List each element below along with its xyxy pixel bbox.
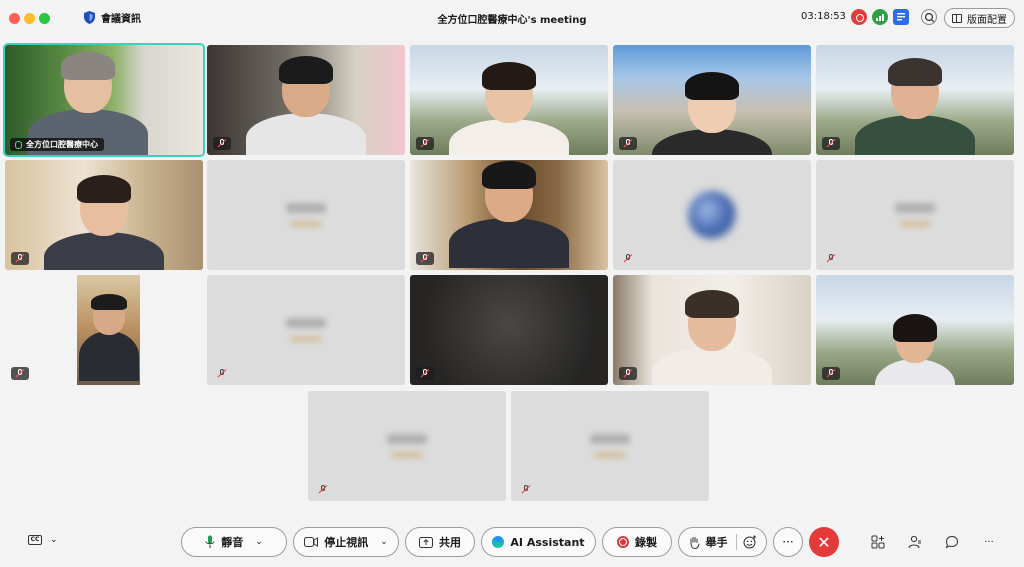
microphone-icon bbox=[205, 535, 215, 548]
muted-mic-icon bbox=[619, 137, 637, 150]
mute-button[interactable]: 靜音 ⌄ bbox=[181, 527, 287, 557]
window-title: 全方位口腔醫療中心's meeting bbox=[437, 15, 587, 26]
muted-mic-icon bbox=[11, 367, 29, 380]
chevron-down-icon: ⌄ bbox=[50, 535, 58, 545]
more-panels-label: ··· bbox=[984, 536, 994, 548]
layout-button[interactable]: 版面配置 bbox=[944, 8, 1015, 28]
blurred-name bbox=[895, 203, 935, 214]
muted-mic-icon bbox=[213, 137, 231, 150]
blurred-name bbox=[590, 434, 630, 445]
closed-captions-icon: CC bbox=[28, 535, 42, 545]
meeting-toolbar: CC ⌄ 靜音 ⌄ 停止視訊 ⌄ 共用 AI Assistant 錄製 舉手 ·… bbox=[0, 520, 1024, 564]
closed-captions-button[interactable]: CC ⌄ bbox=[28, 535, 58, 545]
video-tile-placeholder[interactable] bbox=[816, 160, 1014, 270]
muted-mic-icon bbox=[619, 367, 637, 380]
chevron-down-icon[interactable]: ⌄ bbox=[380, 537, 388, 547]
muted-mic-icon bbox=[416, 137, 434, 150]
muted-mic-icon bbox=[416, 367, 434, 380]
video-tile[interactable] bbox=[816, 45, 1014, 155]
ai-assistant-icon bbox=[492, 536, 505, 548]
video-tile-host[interactable]: 全方位口腔醫療中心 bbox=[3, 43, 205, 157]
end-call-icon: ✕ bbox=[817, 532, 831, 552]
title-bar: 會議資訊 全方位口腔醫療中心's meeting 03:18:53 版面配置 bbox=[0, 0, 1024, 36]
divider bbox=[735, 534, 737, 550]
video-tile-dark[interactable] bbox=[410, 275, 608, 385]
video-tile[interactable] bbox=[5, 160, 203, 270]
muted-mic-icon bbox=[822, 367, 840, 380]
muted-mic-icon bbox=[822, 252, 840, 265]
participant-video bbox=[77, 275, 140, 385]
end-call-button[interactable]: ✕ bbox=[809, 527, 839, 557]
network-status-icon[interactable] bbox=[872, 9, 888, 25]
recording-indicator-icon[interactable] bbox=[851, 9, 867, 25]
participants-icon[interactable] bbox=[907, 534, 923, 550]
video-tile[interactable] bbox=[410, 160, 608, 270]
muted-mic-icon bbox=[822, 137, 840, 150]
zoom-icon[interactable] bbox=[921, 9, 937, 25]
raise-hand-label: 舉手 bbox=[705, 536, 728, 549]
share-icon bbox=[419, 536, 433, 548]
share-button[interactable]: 共用 bbox=[405, 527, 475, 557]
share-label: 共用 bbox=[439, 536, 461, 549]
muted-mic-icon bbox=[11, 252, 29, 265]
video-tile[interactable] bbox=[410, 45, 608, 155]
more-options-button[interactable]: ··· bbox=[773, 527, 803, 557]
muted-mic-icon bbox=[619, 252, 637, 265]
video-tile[interactable] bbox=[816, 275, 1014, 385]
reactions-emoji-icon[interactable] bbox=[743, 535, 757, 549]
layout-label: 版面配置 bbox=[967, 14, 1007, 26]
muted-mic-icon bbox=[314, 483, 332, 496]
layout-icon bbox=[952, 13, 962, 23]
blurred-subtitle bbox=[899, 220, 931, 227]
blurred-subtitle bbox=[290, 335, 322, 342]
blurred-subtitle bbox=[391, 451, 423, 458]
blurred-avatar bbox=[688, 191, 736, 239]
blurred-name bbox=[387, 434, 427, 445]
ai-assistant-label: AI Assistant bbox=[510, 535, 585, 549]
blurred-subtitle bbox=[290, 220, 322, 227]
mute-label: 靜音 bbox=[221, 536, 244, 549]
camera-icon bbox=[304, 537, 319, 547]
blurred-name bbox=[286, 318, 326, 329]
more-panels-icon[interactable]: ··· bbox=[981, 534, 997, 550]
video-tile-placeholder[interactable] bbox=[207, 160, 405, 270]
video-tile[interactable] bbox=[613, 275, 811, 385]
video-tile[interactable] bbox=[207, 45, 405, 155]
raise-hand-button[interactable]: 舉手 bbox=[678, 527, 767, 557]
record-label: 錄製 bbox=[635, 536, 657, 549]
meeting-timer: 03:18:53 bbox=[801, 11, 846, 22]
muted-mic-icon bbox=[517, 483, 535, 496]
video-tile[interactable] bbox=[5, 275, 203, 385]
chat-icon[interactable] bbox=[944, 534, 960, 550]
blurred-name bbox=[286, 203, 326, 214]
hand-icon bbox=[690, 536, 699, 549]
stop-video-button[interactable]: 停止視訊 ⌄ bbox=[293, 527, 399, 557]
blurred-subtitle bbox=[594, 451, 626, 458]
video-tile[interactable] bbox=[613, 45, 811, 155]
video-tile-placeholder[interactable] bbox=[613, 160, 811, 270]
chevron-down-icon[interactable]: ⌄ bbox=[255, 537, 263, 547]
muted-mic-icon bbox=[213, 367, 231, 380]
video-tile-placeholder[interactable] bbox=[511, 391, 709, 501]
host-name-badge: 全方位口腔醫療中心 bbox=[10, 138, 104, 151]
muted-mic-icon bbox=[416, 252, 434, 265]
record-icon bbox=[617, 536, 629, 548]
video-tile-placeholder[interactable] bbox=[207, 275, 405, 385]
video-tile-placeholder[interactable] bbox=[308, 391, 506, 501]
notes-icon[interactable] bbox=[893, 9, 909, 25]
more-options-label: ··· bbox=[782, 535, 794, 549]
record-button[interactable]: 錄製 bbox=[602, 527, 672, 557]
apps-icon[interactable] bbox=[870, 534, 886, 550]
ai-assistant-button[interactable]: AI Assistant bbox=[481, 527, 596, 557]
stop-video-label: 停止視訊 bbox=[324, 536, 369, 549]
